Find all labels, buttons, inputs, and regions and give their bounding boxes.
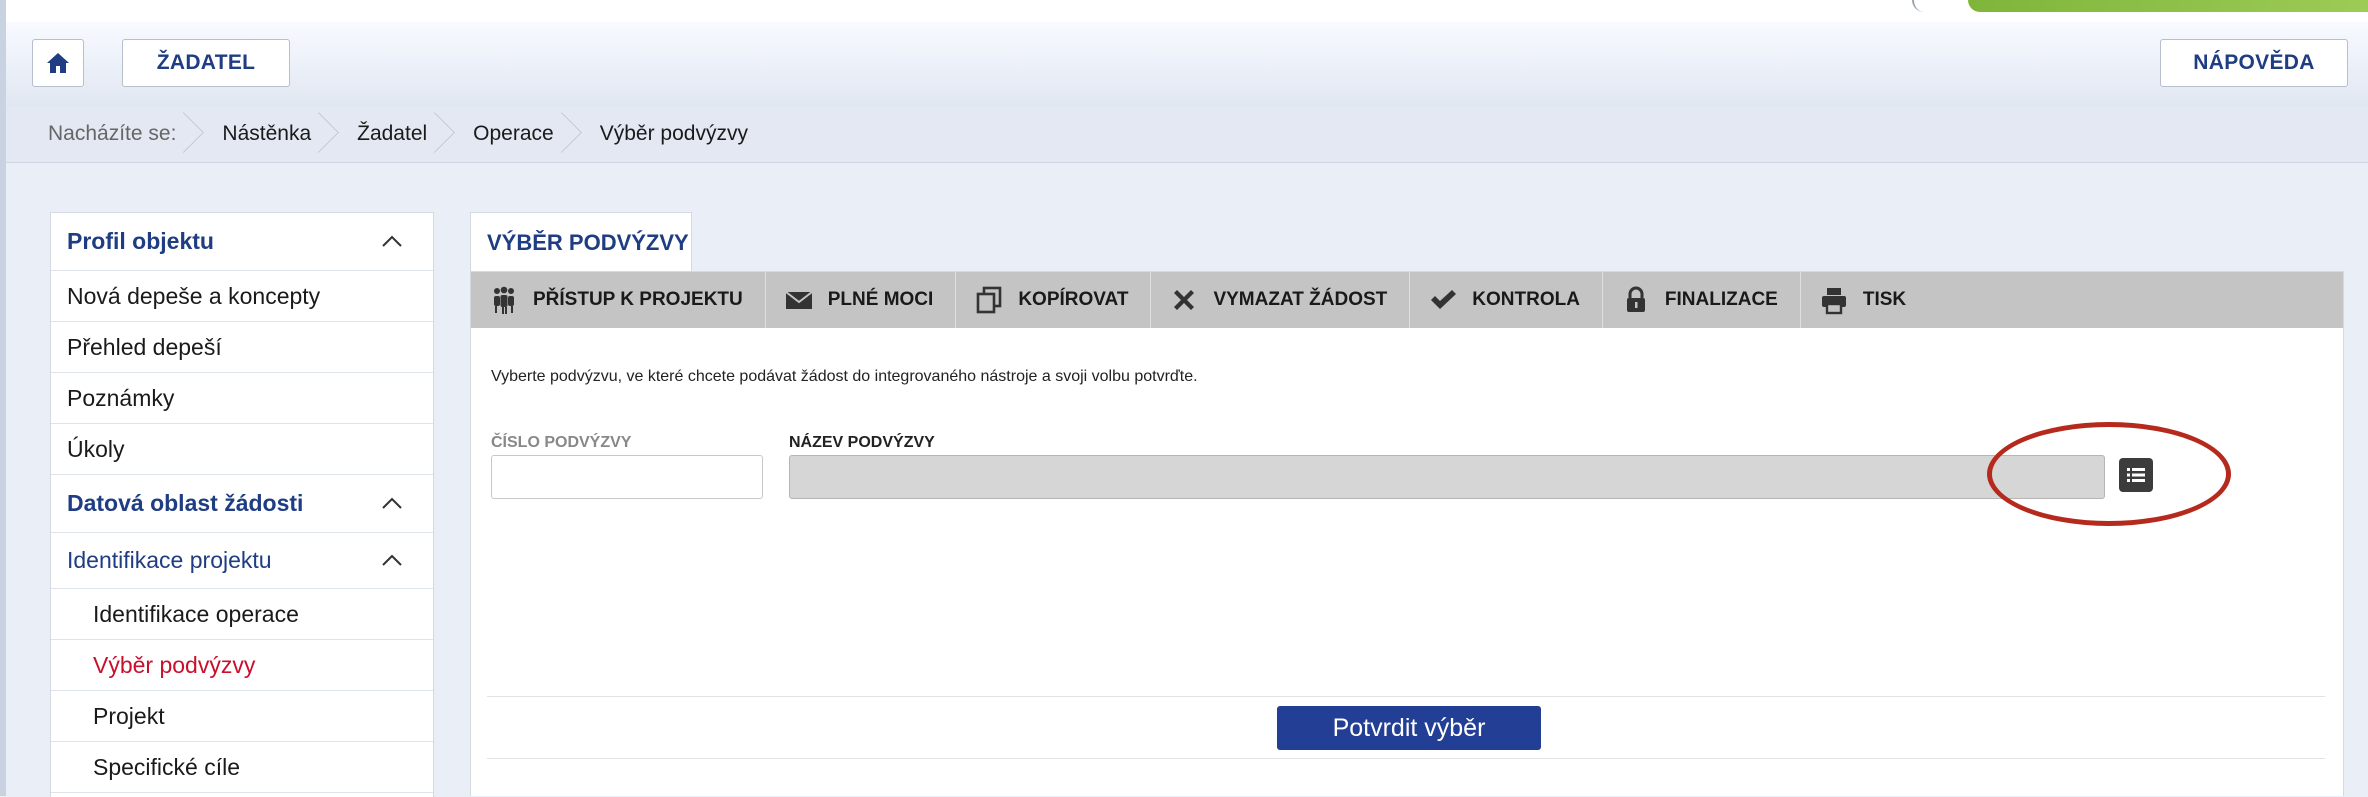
sidebar-item-identifikace-operace[interactable]: Identifikace operace bbox=[51, 589, 433, 640]
divider bbox=[487, 758, 2325, 759]
instruction-text: Vyberte podvýzvu, ve které chcete podáva… bbox=[491, 368, 1198, 385]
chevron-up-icon bbox=[382, 235, 402, 247]
kontrola-button[interactable]: KONTROLA bbox=[1410, 272, 1603, 328]
sidebar-item-label: Výběr podvýzvy bbox=[93, 651, 256, 678]
sidebar-item-label: Úkoly bbox=[67, 435, 125, 462]
plne-moci-label: PLNÉ MOCI bbox=[827, 289, 934, 310]
home-button[interactable] bbox=[32, 39, 84, 87]
breadcrumb-item-zadatel[interactable]: Žadatel bbox=[333, 106, 449, 162]
breadcrumb-label: Nacházíte se: bbox=[6, 106, 198, 162]
sidebar-section-datova-oblast[interactable]: Datová oblast žádosti bbox=[51, 475, 433, 533]
chevron-up-icon bbox=[382, 554, 402, 566]
brand-accent-bar bbox=[1968, 0, 2368, 12]
breadcrumb-item-nastenka[interactable]: Nástěnka bbox=[198, 106, 333, 162]
vymazat-label: VYMAZAT ŽÁDOST bbox=[1213, 289, 1388, 310]
main-panel: PŘÍSTUP K PROJEKTU PLNÉ MOCI KOPÍROVAT V… bbox=[470, 271, 2344, 796]
potvrdit-vyber-button[interactable]: Potvrdit výběr bbox=[1277, 706, 1541, 750]
sidebar-item-prehled-depesi[interactable]: Přehled depeší bbox=[51, 322, 433, 373]
finalizace-button[interactable]: FINALIZACE bbox=[1603, 272, 1801, 328]
chevron-up-icon bbox=[382, 497, 402, 509]
sidebar: Profil objektu Nová depeše a koncepty Př… bbox=[50, 212, 434, 797]
tisk-button[interactable]: TISK bbox=[1801, 272, 1928, 328]
sidebar-item-label: Nová depeše a koncepty bbox=[67, 282, 321, 309]
nazev-podvyzvy-input[interactable] bbox=[789, 455, 2105, 499]
finalizace-label: FINALIZACE bbox=[1664, 289, 1778, 310]
sidebar-item-label: Poznámky bbox=[67, 384, 175, 411]
cislo-podvyzvy-label: ČÍSLO PODVÝZVY bbox=[491, 434, 632, 451]
close-icon bbox=[1174, 290, 1195, 310]
sidebar-item-poznamky[interactable]: Poznámky bbox=[51, 373, 433, 424]
breadcrumb: Nacházíte se: Nástěnka Žadatel Operace V… bbox=[6, 106, 2368, 163]
pristup-label: PŘÍSTUP K PROJEKTU bbox=[533, 289, 743, 310]
printer-icon bbox=[1821, 288, 1846, 315]
sidebar-item-label: Přehled depeší bbox=[67, 333, 222, 360]
sidebar-item-specificke-cile[interactable]: Specifické cíle bbox=[51, 742, 433, 793]
plne-moci-button[interactable]: PLNÉ MOCI bbox=[766, 272, 957, 328]
cislo-podvyzvy-input[interactable] bbox=[491, 455, 763, 499]
lock-icon bbox=[1626, 286, 1645, 312]
sidebar-item-ukoly[interactable]: Úkoly bbox=[51, 424, 433, 475]
sidebar-group-identifikace-projektu[interactable]: Identifikace projektu bbox=[51, 533, 433, 589]
sidebar-item-label: Identifikace operace bbox=[93, 600, 299, 627]
napoveda-button[interactable]: NÁPOVĚDA bbox=[2160, 39, 2348, 87]
home-icon bbox=[47, 53, 69, 73]
kontrola-label: KONTROLA bbox=[1472, 289, 1580, 310]
people-icon bbox=[494, 286, 514, 314]
tab-vyber-podvyzvy[interactable]: VÝBĚR PODVÝZVY bbox=[470, 212, 692, 272]
copy-icon bbox=[977, 286, 1002, 314]
sidebar-item-label: Projekt bbox=[93, 702, 165, 729]
sidebar-item-label: Specifické cíle bbox=[93, 753, 241, 780]
kopirovat-button[interactable]: KOPÍROVAT bbox=[956, 272, 1152, 328]
sidebar-section-label: Datová oblast žádosti bbox=[67, 490, 304, 516]
sidebar-item-nova-depese[interactable]: Nová depeše a koncepty bbox=[51, 271, 433, 322]
action-toolbar: PŘÍSTUP K PROJEKTU PLNÉ MOCI KOPÍROVAT V… bbox=[471, 272, 2343, 328]
sidebar-group-label: Identifikace projektu bbox=[67, 547, 272, 573]
kopirovat-label: KOPÍROVAT bbox=[1018, 289, 1129, 310]
breadcrumb-item-operace[interactable]: Operace bbox=[449, 106, 576, 162]
check-icon bbox=[1431, 290, 1457, 309]
app-header: ŽADATEL NÁPOVĚDA bbox=[6, 22, 2368, 107]
tisk-label: TISK bbox=[1862, 289, 1907, 310]
sidebar-section-profil[interactable]: Profil objektu bbox=[51, 213, 433, 271]
sidebar-section-label: Profil objektu bbox=[67, 228, 214, 254]
divider bbox=[487, 696, 2325, 697]
vymazat-zadost-button[interactable]: VYMAZAT ŽÁDOST bbox=[1151, 272, 1411, 328]
pristup-k-projektu-button[interactable]: PŘÍSTUP K PROJEKTU bbox=[471, 272, 766, 328]
envelope-icon bbox=[785, 291, 813, 309]
annotation-highlight-ellipse bbox=[1987, 422, 2231, 526]
nazev-podvyzvy-label: NÁZEV PODVÝZVY bbox=[789, 434, 935, 451]
sidebar-item-projekt[interactable]: Projekt bbox=[51, 691, 433, 742]
sidebar-item-vyber-podvyzvy[interactable]: Výběr podvýzvy bbox=[51, 640, 433, 691]
breadcrumb-item-current: Výběr podvýzvy bbox=[599, 122, 748, 145]
zadatel-button[interactable]: ŽADATEL bbox=[122, 39, 290, 87]
